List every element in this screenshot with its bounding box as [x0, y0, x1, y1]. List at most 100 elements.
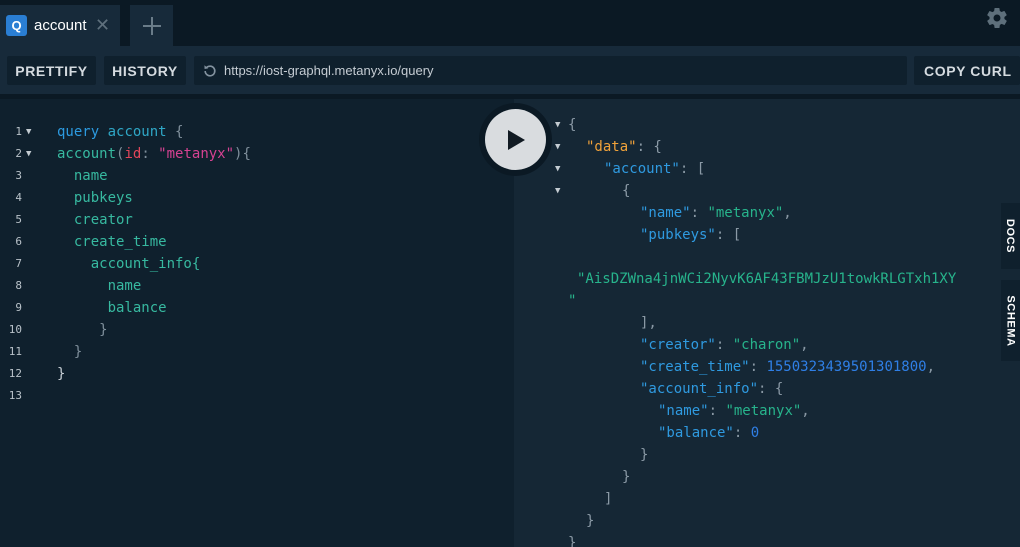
brace: } — [586, 513, 595, 529]
line-number: 5 — [15, 213, 22, 226]
comma: , — [783, 205, 792, 221]
brace: } — [73, 344, 83, 360]
line-number: 8 — [15, 279, 22, 292]
brace: { — [568, 117, 577, 133]
json-key-create-time: "create_time" — [640, 359, 750, 375]
play-icon — [507, 129, 525, 150]
field-name: name — [73, 168, 108, 184]
fold-arrow-icon[interactable]: ▼ — [555, 158, 560, 180]
copy-curl-button[interactable]: COPY CURL — [914, 56, 1020, 85]
tab-account[interactable]: Q account ✕ — [0, 5, 120, 46]
colon: : { — [636, 139, 662, 155]
line-number: 13 — [8, 389, 22, 402]
json-value-creator: "charon" — [732, 337, 801, 353]
json-key-name: "name" — [658, 403, 709, 419]
code-line: 7 account_info{ — [0, 253, 200, 275]
result-viewer: ▼{ ▼ "data": { ▼ "account": [ ▼{ "name": "… — [514, 94, 1020, 547]
comma: , — [801, 403, 810, 419]
brace: } — [568, 535, 577, 547]
json-value-name: "metanyx" — [707, 205, 784, 221]
colon: : — [141, 146, 159, 162]
fold-arrow-icon[interactable]: ▼ — [26, 143, 31, 165]
line-number: 4 — [15, 191, 22, 204]
field-account-info: account_info{ — [90, 256, 201, 272]
json-key-account: "account" — [604, 161, 680, 177]
line-number: 3 — [15, 169, 22, 182]
code-line: 2 ▼ account(id: "metanyx"){ — [0, 143, 251, 165]
gear-icon[interactable] — [985, 6, 1009, 30]
field-name: name — [107, 278, 142, 294]
fold-arrow-icon[interactable]: ▼ — [555, 136, 560, 158]
line-number: 11 — [8, 345, 22, 358]
fold-arrow-icon[interactable]: ▼ — [555, 114, 560, 136]
line-number: 6 — [15, 235, 22, 248]
arg-value: "metanyx" — [158, 146, 235, 162]
field-balance: balance — [107, 300, 167, 316]
json-value-name: "metanyx" — [725, 403, 802, 419]
json-key-data: "data" — [586, 139, 637, 155]
code-line: 11 } — [0, 341, 83, 363]
bracket: ], — [640, 315, 657, 331]
refresh-icon[interactable] — [202, 63, 218, 79]
query-code[interactable]: 1 ▼ query account { 2 ▼ account(id: "met… — [0, 121, 251, 407]
comma: , — [800, 337, 809, 353]
json-key-creator: "creator" — [640, 337, 716, 353]
code-line: 3 name — [0, 165, 107, 187]
json-key-account-info: "account_info" — [640, 381, 759, 397]
code-line: 9 balance — [0, 297, 166, 319]
json-key-name: "name" — [640, 205, 691, 221]
execute-button[interactable] — [485, 109, 546, 170]
line-number: 10 — [8, 323, 22, 336]
query-editor[interactable]: 1 ▼ query account { 2 ▼ account(id: "met… — [0, 94, 514, 547]
colon: : — [708, 403, 726, 419]
tab-bar: Q account ✕ — [0, 0, 1020, 46]
brace: { — [175, 124, 184, 140]
code-line: 12 } — [0, 363, 66, 385]
schema-tab[interactable]: SCHEMA — [1001, 280, 1020, 361]
line-number: 7 — [15, 257, 22, 270]
plus-icon — [142, 16, 161, 35]
colon: : — [690, 205, 708, 221]
code-line: 1 ▼ query account { — [0, 121, 183, 143]
json-value-create-time: 1550323439501301800 — [766, 359, 927, 375]
brace: } — [57, 366, 66, 382]
field-creator: creator — [73, 212, 133, 228]
field-pubkeys: pubkeys — [73, 190, 133, 206]
close-icon[interactable]: ✕ — [95, 15, 110, 35]
json-key-balance: "balance" — [658, 425, 734, 441]
history-button[interactable]: HISTORY — [104, 56, 186, 85]
fold-arrow-icon[interactable]: ▼ — [26, 121, 31, 143]
colon: : — [733, 425, 751, 441]
code-line: 6 create_time — [0, 231, 166, 253]
brace: } — [640, 447, 649, 463]
brace: } — [99, 322, 108, 338]
add-tab-button[interactable] — [130, 5, 173, 46]
brace: { — [622, 183, 631, 199]
json-value-balance: 0 — [750, 425, 760, 441]
operation-name: account — [107, 124, 167, 140]
endpoint-url-text: https://iost-graphql.metanyx.io/query — [224, 63, 434, 78]
paren-brace: ){ — [234, 146, 251, 162]
colon: : [ — [715, 227, 742, 243]
docs-tab-label: DOCS — [1004, 218, 1017, 254]
docs-tab[interactable]: DOCS — [1001, 203, 1020, 269]
json-value-pubkey: "AisDZWna4jnWCi2NyvK6AF43FBMJzU1towkRLGT… — [577, 271, 957, 287]
fold-arrow-icon[interactable]: ▼ — [555, 180, 560, 202]
code-line: 13 — [0, 385, 51, 407]
field-account: account — [57, 146, 117, 162]
arg-id: id — [124, 146, 142, 162]
query-badge-icon: Q — [6, 15, 27, 36]
line-number: 9 — [15, 301, 22, 314]
comma: , — [926, 359, 936, 375]
colon: : — [749, 359, 767, 375]
json-value-pubkey-end: " — [568, 293, 577, 309]
line-number: 1 — [15, 125, 22, 138]
colon: : [ — [679, 161, 706, 177]
bracket: ] — [604, 491, 613, 507]
line-number: 12 — [8, 367, 22, 380]
json-key-pubkeys: "pubkeys" — [640, 227, 716, 243]
endpoint-url-field[interactable]: https://iost-graphql.metanyx.io/query — [194, 56, 907, 85]
brace: } — [622, 469, 631, 485]
prettify-button[interactable]: PRETTIFY — [7, 56, 96, 85]
colon: : { — [758, 381, 784, 397]
